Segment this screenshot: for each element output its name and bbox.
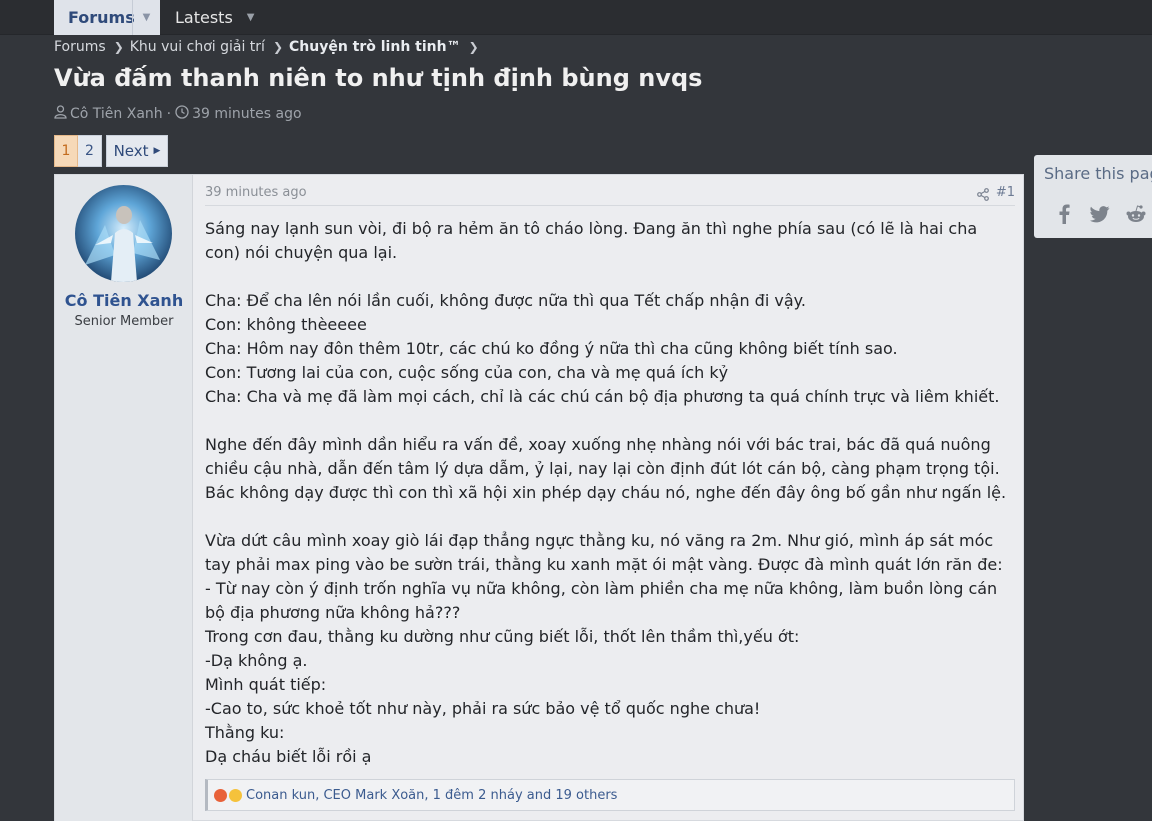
- avatar[interactable]: [75, 185, 172, 282]
- post-line: Cha: Hôm nay đôn thêm 10tr, các chú ko đ…: [205, 339, 898, 358]
- next-page-button[interactable]: Next ▶: [106, 135, 168, 167]
- page-1-button[interactable]: 1: [54, 135, 78, 167]
- nav-tab-forums[interactable]: Forums ▼: [54, 0, 160, 35]
- reaction-haha-icon: [229, 788, 242, 802]
- post-line: Cha: Để cha lên nói lần cuối, không được…: [205, 291, 806, 310]
- twitter-icon[interactable]: [1088, 203, 1112, 225]
- reaction-angry-icon: [214, 788, 227, 802]
- top-navigation: Forums ▼ Latests ▼: [0, 0, 1152, 35]
- thread-meta: Cô Tiên Xanh · 39 minutes ago: [54, 105, 302, 123]
- chevron-right-icon: ❯: [113, 40, 124, 54]
- pagination: 1 2 Next ▶: [54, 135, 168, 167]
- breadcrumb-item-khu-vui-choi[interactable]: Khu vui chơi giải trí: [130, 39, 265, 55]
- post-number[interactable]: #1: [996, 185, 1015, 200]
- reddit-icon[interactable]: [1124, 203, 1148, 225]
- user-icon: [54, 105, 70, 123]
- post-time[interactable]: 39 minutes ago: [205, 185, 307, 200]
- user-title: Senior Member: [74, 314, 174, 329]
- page-title: Vừa đấm thanh niên to như tịnh định bùng…: [54, 64, 703, 92]
- share-panel: Share this page: [1034, 155, 1152, 238]
- chevron-down-icon: ▼: [142, 12, 151, 23]
- post-header: 39 minutes ago #1: [205, 184, 1015, 206]
- chevron-down-icon[interactable]: ▼: [247, 12, 255, 23]
- post-user-panel: Cô Tiên Xanh Senior Member: [55, 175, 193, 821]
- next-label: Next: [113, 142, 149, 160]
- reactions-list[interactable]: Conan kun, CEO Mark Xoăn, 1 đêm 2 nháy a…: [246, 788, 617, 803]
- nav-latests-label: Latests: [175, 8, 233, 27]
- nav-forums-label: Forums: [68, 8, 135, 27]
- breadcrumb-item-forums[interactable]: Forums: [54, 39, 106, 55]
- post: Cô Tiên Xanh Senior Member 39 minutes ag…: [54, 174, 1024, 821]
- post-line: Con: không thèeeee: [205, 315, 367, 334]
- post-line: Dạ cháu biết lỗi rồi ạ: [205, 747, 372, 766]
- chevron-right-icon: ❯: [272, 40, 283, 54]
- thread-author[interactable]: Cô Tiên Xanh: [70, 106, 163, 122]
- facebook-icon[interactable]: [1052, 203, 1076, 225]
- post-line: - Từ nay còn ý định trốn nghĩa vụ nữa kh…: [205, 579, 998, 622]
- clock-icon: [175, 105, 192, 123]
- breadcrumb: Forums ❯ Khu vui chơi giải trí ❯ Chuyện …: [54, 38, 485, 56]
- post-line: Sáng nay lạnh sun vòi, đi bộ ra hẻm ăn t…: [205, 219, 978, 262]
- caret-right-icon: ▶: [153, 146, 161, 156]
- chevron-right-icon: ❯: [468, 40, 479, 54]
- share-icon[interactable]: [977, 186, 989, 205]
- nav-tab-latests[interactable]: Latests ▼: [175, 0, 265, 35]
- post-line: Mình quát tiếp:: [205, 675, 327, 694]
- reactions-bar[interactable]: Conan kun, CEO Mark Xoăn, 1 đêm 2 nháy a…: [205, 779, 1015, 811]
- page-2-button[interactable]: 2: [78, 135, 102, 167]
- breadcrumb-item-chuyen-tro[interactable]: Chuyện trò linh tinh™: [289, 39, 461, 55]
- post-line: Con: Tương lai của con, cuộc sống của co…: [205, 363, 729, 382]
- forums-dropdown-toggle[interactable]: ▼: [132, 0, 160, 35]
- post-body: Sáng nay lạnh sun vòi, đi bộ ra hẻm ăn t…: [205, 217, 1015, 769]
- post-line: Nghe đến đây mình dần hiểu ra vấn đề, xo…: [205, 435, 1007, 502]
- thread-time[interactable]: 39 minutes ago: [192, 106, 301, 122]
- post-line: Trong cơn đau, thằng ku dường như cũng b…: [205, 627, 800, 646]
- post-line: Thằng ku:: [205, 723, 285, 742]
- share-icons: [1052, 203, 1148, 225]
- post-username[interactable]: Cô Tiên Xanh: [55, 291, 193, 310]
- post-line: -Dạ không ạ.: [205, 651, 308, 670]
- share-title: Share this page: [1044, 164, 1152, 183]
- post-line: Cha: Cha và mẹ đã làm mọi cách, chỉ là c…: [205, 387, 1000, 406]
- separator-dot: ·: [166, 106, 172, 122]
- post-line: Vừa dứt câu mình xoay giò lái đạp thẳng …: [205, 531, 1003, 574]
- post-line: -Cao to, sức khoẻ tốt như này, phải ra s…: [205, 699, 761, 718]
